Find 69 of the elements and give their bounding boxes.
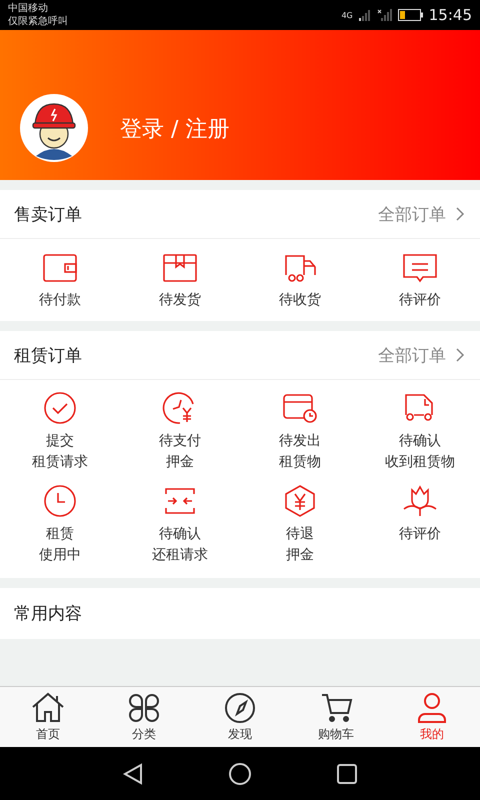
tulip-icon xyxy=(402,485,438,517)
tab-item[interactable]: 我的 xyxy=(392,692,472,742)
item-label: 租赁 xyxy=(46,525,74,543)
item-label: 使用中 xyxy=(39,546,81,564)
order-status-item[interactable]: 待确认 还租请求 xyxy=(120,485,240,564)
network-type: 4G xyxy=(341,10,353,20)
battery-icon xyxy=(398,9,424,21)
item-label: 租赁请求 xyxy=(32,453,88,471)
grid-icon xyxy=(127,692,161,724)
order-status-item[interactable]: 待确认 收到租赁物 xyxy=(360,392,480,471)
tab-item[interactable]: 首页 xyxy=(8,692,88,742)
item-label: 提交 xyxy=(46,432,74,450)
avatar-drawing xyxy=(20,94,88,162)
calendar-clock-icon xyxy=(282,392,318,424)
section-title: 常用内容 xyxy=(14,604,82,624)
yen-hexagon-icon xyxy=(282,485,318,517)
all-orders-link[interactable]: 全部订单 xyxy=(378,344,466,366)
item-label: 待付款 xyxy=(39,291,81,309)
arrows-in-icon xyxy=(162,485,198,517)
order-status-item[interactable]: 待评价 xyxy=(360,485,480,564)
back-icon[interactable] xyxy=(122,762,144,784)
home-icon xyxy=(31,692,65,724)
carrier-name: 中国移动 xyxy=(8,2,49,15)
item-label: 收到租赁物 xyxy=(385,453,455,471)
item-label: 待退 xyxy=(286,525,314,543)
signal-icon xyxy=(376,9,393,21)
item-label: 还租请求 xyxy=(152,546,208,564)
emergency-notice: 仅限紧急呼叫 xyxy=(8,15,68,28)
truck-icon xyxy=(282,253,318,283)
item-label: 押金 xyxy=(286,546,314,564)
section-title: 租赁订单 xyxy=(14,344,82,366)
order-status-item[interactable]: 待支付 押金 xyxy=(120,392,240,471)
order-status-item[interactable]: 租赁 使用中 xyxy=(0,485,120,564)
signal-icon xyxy=(358,9,372,21)
item-label: 待收货 xyxy=(279,291,321,309)
check-circle-icon xyxy=(42,392,78,424)
item-label: 待评价 xyxy=(399,291,441,309)
order-status-item[interactable]: 提交 租赁请求 xyxy=(0,392,120,471)
tab-item[interactable]: 购物车 xyxy=(296,692,376,742)
order-status-item[interactable]: 待评价 xyxy=(360,253,480,309)
tab-item[interactable]: 发现 xyxy=(200,692,280,742)
message-icon xyxy=(402,253,438,283)
item-label: 待发货 xyxy=(159,291,201,309)
order-status-item[interactable]: 待退 押金 xyxy=(240,485,360,564)
order-status-item[interactable]: 待发出 租赁物 xyxy=(240,392,360,471)
wallet-icon xyxy=(42,253,78,283)
tab-item[interactable]: 分类 xyxy=(104,692,184,742)
order-status-item[interactable]: 待发货 xyxy=(120,253,240,309)
all-orders-link[interactable]: 全部订单 xyxy=(378,202,466,226)
chevron-right-icon xyxy=(454,206,466,222)
box-icon xyxy=(162,253,198,283)
order-status-item[interactable]: 待付款 xyxy=(0,253,120,309)
chevron-right-icon xyxy=(454,347,466,363)
compass-icon xyxy=(223,692,257,724)
clock-time: 15:45 xyxy=(428,6,472,24)
item-label: 待确认 xyxy=(399,432,441,450)
recent-apps-icon[interactable] xyxy=(336,762,358,784)
item-label: 待支付 xyxy=(159,432,201,450)
item-label: 待发出 xyxy=(279,432,321,450)
cart-icon xyxy=(319,692,353,724)
order-status-item[interactable]: 待收货 xyxy=(240,253,360,309)
item-label: 租赁物 xyxy=(279,453,321,471)
section-title: 售卖订单 xyxy=(14,204,82,226)
item-label: 待确认 xyxy=(159,525,201,543)
item-label: 待评价 xyxy=(399,525,441,543)
item-label: 押金 xyxy=(166,453,194,471)
person-icon xyxy=(415,692,449,724)
clock-icon xyxy=(42,485,78,517)
home-circle-icon[interactable] xyxy=(228,762,252,786)
